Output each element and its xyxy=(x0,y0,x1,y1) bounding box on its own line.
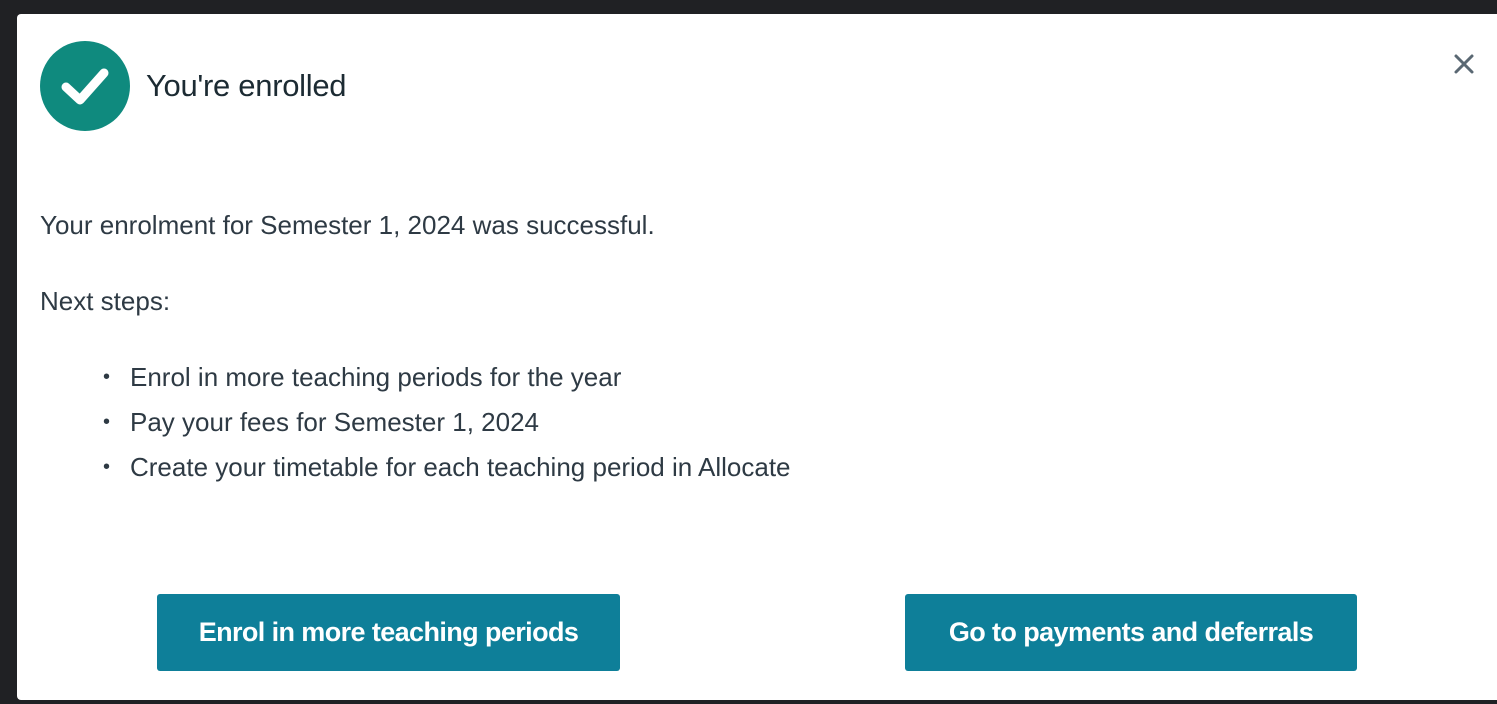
bullet-icon: • xyxy=(103,456,111,478)
next-step-text: Pay your fees for Semester 1, 2024 xyxy=(130,407,539,437)
enrolment-success-dialog: You're enrolled Your enrolment for Semes… xyxy=(17,14,1497,700)
payments-deferrals-button[interactable]: Go to payments and deferrals xyxy=(905,594,1357,671)
next-step-text: Create your timetable for each teaching … xyxy=(130,452,791,482)
checkmark-circle-icon xyxy=(40,41,130,131)
close-icon xyxy=(1454,54,1474,74)
bullet-icon: • xyxy=(103,366,111,388)
bullet-icon: • xyxy=(103,411,111,433)
enrol-more-button[interactable]: Enrol in more teaching periods xyxy=(157,594,620,671)
list-item: • Pay your fees for Semester 1, 2024 xyxy=(103,404,791,449)
close-button[interactable] xyxy=(1447,47,1481,81)
success-message: Your enrolment for Semester 1, 2024 was … xyxy=(40,210,655,240)
dialog-header: You're enrolled xyxy=(40,41,347,131)
list-item: • Create your timetable for each teachin… xyxy=(103,449,791,494)
dialog-title: You're enrolled xyxy=(146,68,347,103)
list-item: • Enrol in more teaching periods for the… xyxy=(103,359,791,404)
next-steps-list: • Enrol in more teaching periods for the… xyxy=(40,359,791,494)
next-steps-label: Next steps: xyxy=(40,286,171,316)
next-step-text: Enrol in more teaching periods for the y… xyxy=(130,362,622,392)
